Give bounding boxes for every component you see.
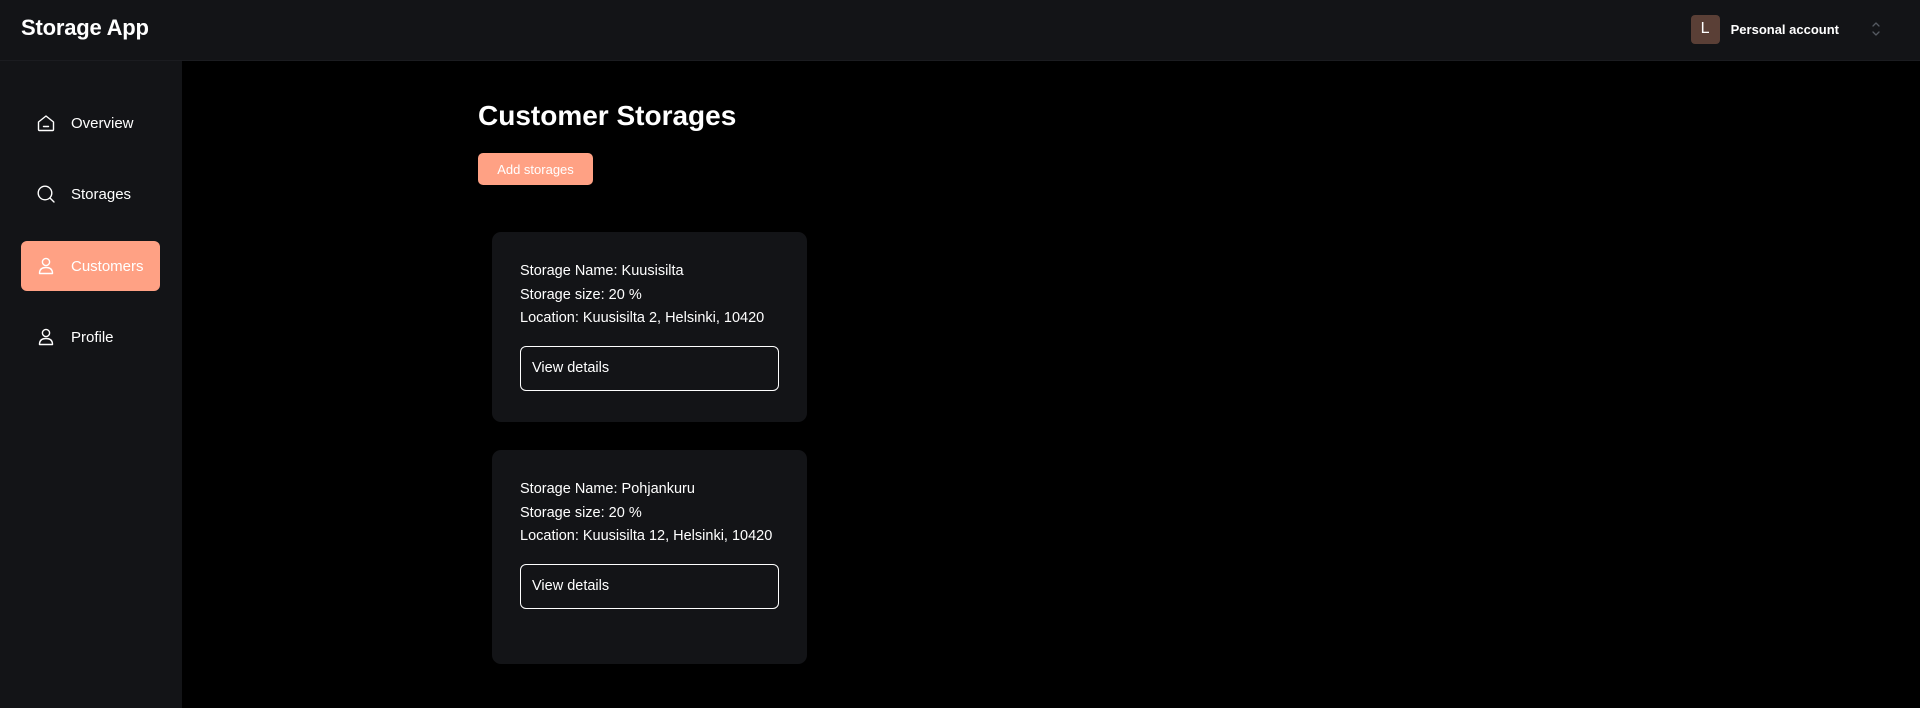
account-label: Personal account xyxy=(1730,21,1839,37)
view-details-button[interactable]: View details xyxy=(520,563,779,609)
account-switcher[interactable]: L Personal account xyxy=(1690,14,1882,44)
sidebar: Overview Storages Customers Profile xyxy=(0,61,182,708)
sidebar-item-profile[interactable]: Profile xyxy=(21,312,160,362)
avatar: L xyxy=(1690,14,1720,44)
main-content: Customer Storages Add storages Storage N… xyxy=(182,61,1920,708)
user-icon xyxy=(35,326,57,348)
storage-location: Location: Kuusisilta 2, Helsinki, 10420 xyxy=(520,310,765,326)
storage-location: Location: Kuusisilta 12, Helsinki, 10420 xyxy=(520,528,773,544)
sidebar-item-overview[interactable]: Overview xyxy=(21,98,160,148)
storage-name: Storage Name: Pohjankuru xyxy=(520,481,695,497)
sidebar-item-label: Storages xyxy=(71,185,132,203)
home-icon xyxy=(35,112,57,134)
chevron-up-down-icon xyxy=(1870,19,1882,39)
storage-card: Storage Name: Kuusisilta Storage size: 2… xyxy=(492,232,807,422)
top-bar: Storage App L Personal account xyxy=(0,0,1920,61)
sidebar-item-label: Customers xyxy=(71,257,144,275)
page-title: Customer Storages xyxy=(478,100,737,131)
storage-name: Storage Name: Kuusisilta xyxy=(520,263,684,279)
sidebar-item-label: Profile xyxy=(71,328,114,346)
storage-card: Storage Name: Pohjankuru Storage size: 2… xyxy=(492,450,807,664)
storage-size: Storage size: 20 % xyxy=(520,504,642,521)
app-title[interactable]: Storage App xyxy=(21,15,149,41)
add-storages-button[interactable]: Add storages xyxy=(478,153,593,185)
sidebar-item-storages[interactable]: Storages xyxy=(21,169,160,219)
sidebar-item-label: Overview xyxy=(71,114,134,132)
view-details-button[interactable]: View details xyxy=(520,345,779,391)
user-icon xyxy=(35,255,57,277)
search-icon xyxy=(35,183,57,205)
sidebar-item-customers[interactable]: Customers xyxy=(21,241,160,291)
storage-size: Storage size: 20 % xyxy=(520,286,642,303)
